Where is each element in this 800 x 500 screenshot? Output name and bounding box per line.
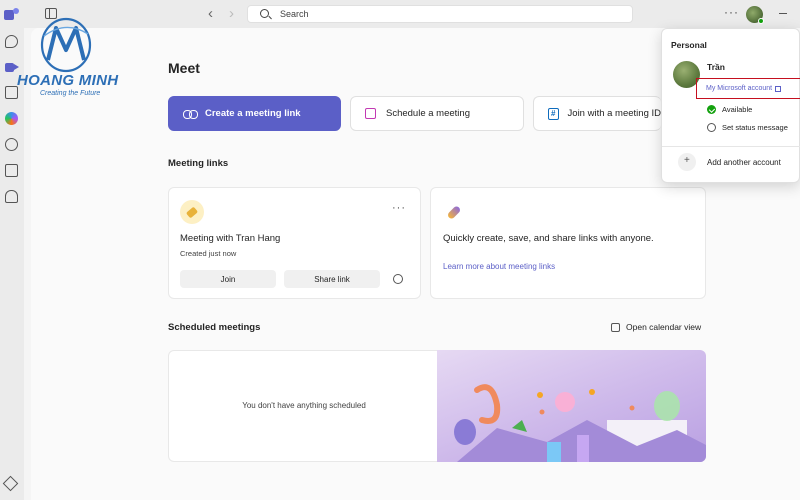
more-options-icon[interactable]: ··· — [724, 5, 739, 19]
my-microsoft-account-label: My Microsoft account — [706, 85, 773, 92]
empty-schedule-panel: You don't have anything scheduled — [168, 350, 438, 462]
page-title: Meet — [168, 60, 200, 76]
status-available-button[interactable]: Available — [707, 105, 752, 114]
back-arrow-icon[interactable]: ‹ — [208, 5, 213, 23]
external-link-icon — [775, 85, 782, 92]
learn-more-link[interactable]: Learn more about meeting links — [443, 262, 555, 271]
search-placeholder: Search — [280, 9, 309, 19]
card-more-icon[interactable]: ··· — [392, 202, 406, 214]
add-another-account-button[interactable]: Add another account — [678, 153, 781, 171]
profile-avatar[interactable] — [746, 6, 764, 24]
meetings-illustration — [437, 350, 706, 462]
communities-icon[interactable] — [5, 138, 18, 151]
my-microsoft-account-link[interactable]: My Microsoft account — [696, 78, 800, 99]
scheduled-meetings-heading: Scheduled meetings — [168, 322, 261, 333]
schedule-meeting-button[interactable]: Schedule a meeting — [350, 96, 524, 131]
meeting-card-subtitle: Created just now — [180, 249, 237, 258]
meeting-link-card: ··· Meeting with Tran Hang Created just … — [168, 187, 421, 299]
link-sparkle-icon — [444, 203, 464, 223]
share-link-button[interactable]: Share link — [284, 270, 380, 288]
meeting-links-heading: Meeting links — [168, 158, 229, 169]
link-icon — [183, 110, 198, 119]
status-message-icon — [707, 123, 716, 132]
empty-schedule-text: You don't have anything scheduled — [242, 401, 366, 410]
promo-text: Quickly create, save, and share links wi… — [443, 233, 654, 244]
join-meeting-id-button[interactable]: # Join with a meeting ID — [533, 96, 661, 131]
chat-bubble-icon[interactable] — [393, 274, 403, 284]
minimize-icon[interactable] — [779, 13, 787, 15]
celebration-illustration-icon — [454, 384, 706, 462]
join-button[interactable]: Join — [180, 270, 276, 288]
hash-icon: # — [548, 107, 559, 120]
available-check-icon — [707, 105, 716, 114]
premium-diamond-icon[interactable] — [2, 475, 19, 492]
account-flyout: Personal Trần My Microsoft account Avail… — [661, 28, 800, 183]
tag-icon — [180, 200, 204, 224]
flyout-divider — [662, 146, 800, 147]
meeting-card-title: Meeting with Tran Hang — [180, 233, 281, 244]
create-meeting-link-button[interactable]: Create a meeting link — [168, 96, 341, 131]
search-icon — [260, 9, 269, 18]
schedule-meeting-label: Schedule a meeting — [386, 108, 470, 119]
hoang-minh-logo: HOANG MINH Creating the Future — [14, 16, 122, 98]
calendar-small-icon — [611, 322, 620, 332]
calendar-add-icon — [365, 108, 376, 119]
meeting-links-promo-card: Quickly create, save, and share links wi… — [430, 187, 706, 299]
set-status-message-label: Set status message — [722, 123, 788, 132]
logo-tagline: Creating the Future — [40, 90, 101, 97]
search-input[interactable]: Search — [247, 5, 633, 23]
add-another-account-label: Add another account — [707, 157, 781, 167]
hoang-minh-logo-icon — [40, 17, 92, 73]
create-meeting-link-label: Create a meeting link — [205, 108, 301, 119]
account-name: Trần — [707, 62, 725, 72]
presence-available-icon — [758, 18, 764, 24]
add-account-icon — [678, 153, 696, 171]
account-section-label: Personal — [671, 40, 707, 50]
forward-arrow-icon[interactable]: › — [229, 5, 234, 23]
status-label: Available — [722, 105, 753, 114]
copilot-icon[interactable] — [5, 112, 18, 125]
logo-name: HOANG MINH — [17, 72, 119, 89]
calendar-icon[interactable] — [5, 164, 18, 177]
set-status-message-button[interactable]: Set status message — [707, 123, 788, 132]
open-calendar-view-label: Open calendar view — [626, 322, 702, 332]
join-meeting-id-label: Join with a meeting ID — [567, 108, 661, 119]
open-calendar-view-link[interactable]: Open calendar view — [611, 322, 701, 332]
activity-bell-icon[interactable] — [5, 190, 18, 203]
